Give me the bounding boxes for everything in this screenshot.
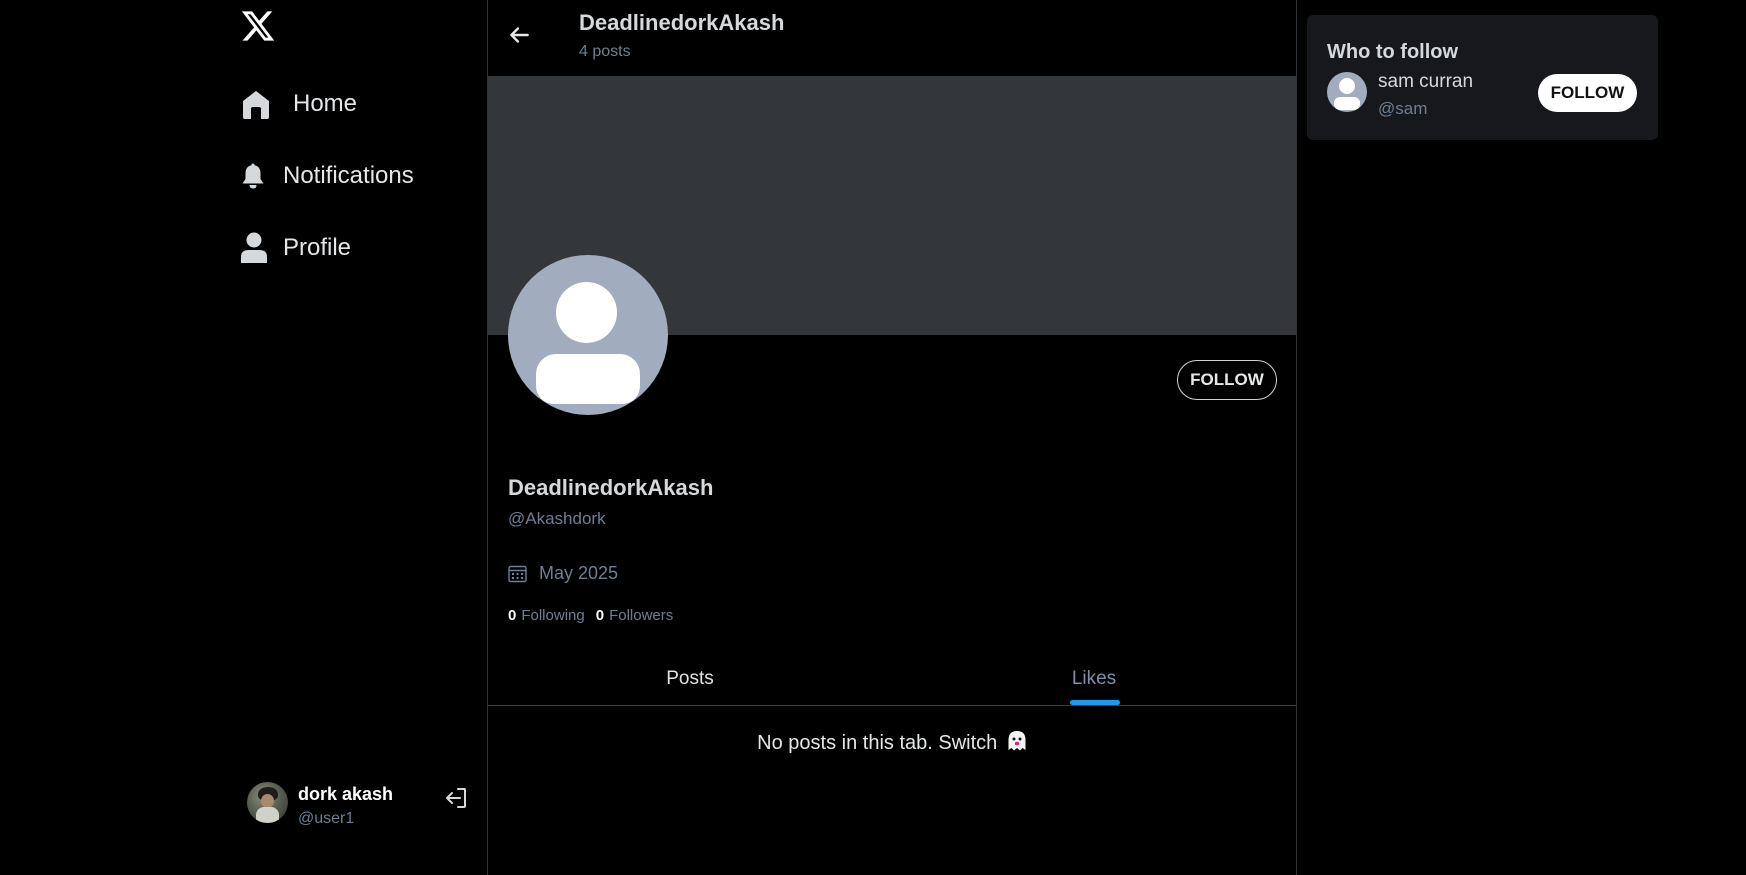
profile-avatar [508, 255, 668, 415]
suggestion-follow-button[interactable]: FOLLOW [1538, 74, 1637, 112]
app: Home Notifications Profile dork akash @u… [0, 0, 1746, 875]
avatar[interactable] [1327, 72, 1367, 112]
current-user-name: dork akash [298, 784, 394, 804]
empty-state: No posts in this tab. Switch [488, 730, 1296, 755]
back-arrow-icon[interactable] [506, 22, 532, 48]
avatar [247, 782, 288, 823]
sidebar-item-home[interactable]: Home [240, 88, 357, 120]
calendar-icon [508, 565, 527, 583]
followers-count[interactable]: 0 [596, 607, 604, 624]
active-tab-indicator [1070, 700, 1120, 705]
sidebar-item-label: Notifications [283, 162, 414, 189]
profile-handle: @Akashdork [508, 509, 606, 528]
tab-likes[interactable]: Likes [892, 652, 1296, 706]
sidebar-item-profile[interactable]: Profile [240, 232, 351, 264]
user-icon [240, 232, 283, 264]
current-user-card[interactable]: dork akash @user1 [247, 782, 472, 827]
sidebar-item-notifications[interactable]: Notifications [240, 162, 414, 190]
suggestion-handle: @sam [1378, 99, 1428, 118]
x-logo[interactable] [240, 8, 276, 44]
follow-stats: 0 Following 0 Followers [508, 607, 684, 624]
home-icon [240, 88, 293, 120]
following-count[interactable]: 0 [508, 607, 516, 624]
sidebar-item-label: Home [293, 90, 358, 117]
logout-icon[interactable] [444, 786, 468, 810]
who-to-follow-panel: Who to follow sam curran @sam FOLLOW [1307, 15, 1658, 140]
sidebar-item-label: Profile [283, 234, 352, 261]
profile-name: DeadlinedorkAkash [508, 475, 714, 500]
following-label[interactable]: Following [521, 607, 584, 624]
profile-tabs: Posts Likes [488, 652, 1296, 706]
ghost-icon [1008, 731, 1026, 751]
joined-date: May 2025 [508, 563, 618, 584]
joined-date-text: May 2025 [539, 563, 619, 583]
left-sidebar: Home Notifications Profile dork akash @u… [0, 0, 487, 875]
header-post-count: 4 posts [579, 43, 631, 60]
follow-button[interactable]: FOLLOW [1177, 360, 1277, 400]
empty-state-text: No posts in this tab. Switch [757, 732, 998, 754]
header-profile-name: DeadlinedorkAkash [579, 10, 785, 35]
tab-posts[interactable]: Posts [488, 652, 892, 706]
current-user-handle: @user1 [298, 810, 355, 827]
who-to-follow-title: Who to follow [1327, 41, 1459, 63]
suggestion-name[interactable]: sam curran [1378, 71, 1473, 93]
profile-column: DeadlinedorkAkash 4 posts FOLLOW Deadlin… [487, 0, 1297, 875]
bell-icon [240, 162, 283, 190]
followers-label[interactable]: Followers [609, 607, 673, 624]
